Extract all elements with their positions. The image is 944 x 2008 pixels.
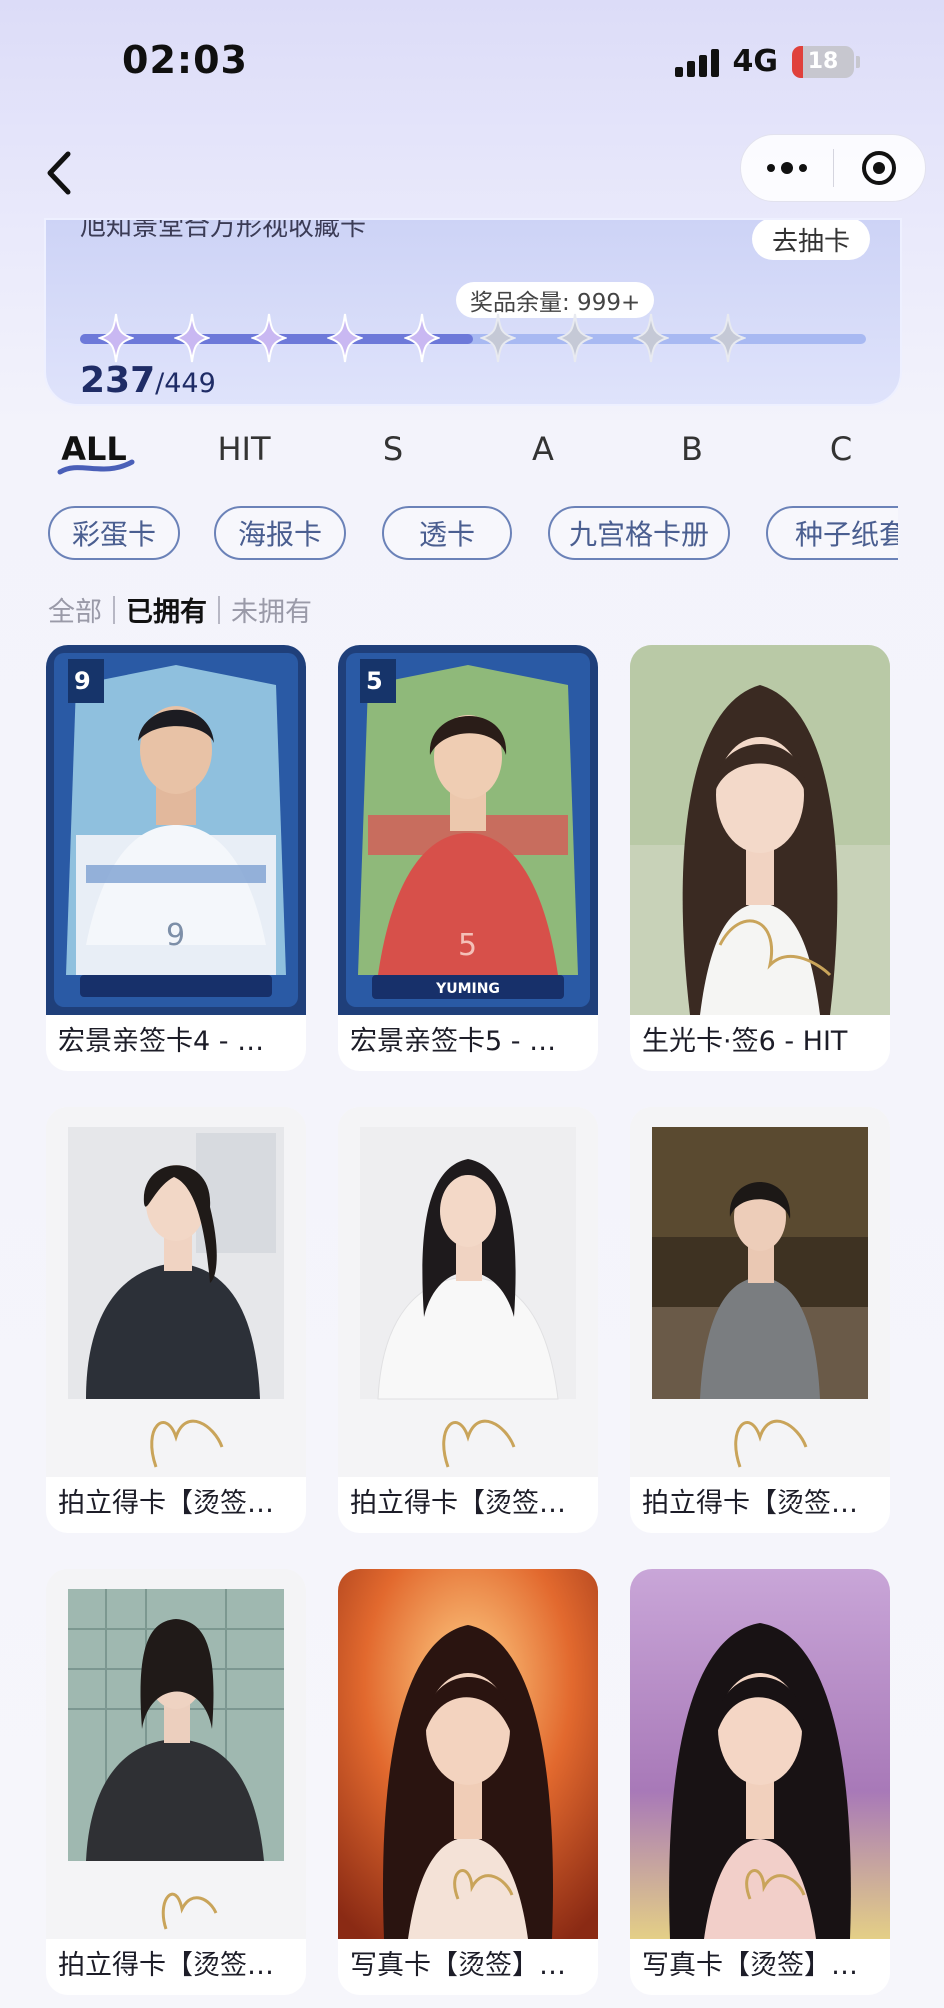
collection-progress-card: 旭知景堂合万形视收藏卡 去抽卡 奖品余量: 999+ 237 /449 [44, 218, 902, 406]
svg-text:5: 5 [458, 928, 477, 963]
network-label: 4G [732, 44, 779, 79]
svg-text:9: 9 [166, 918, 185, 953]
card-item[interactable]: 写真卡【烫签】… [338, 1569, 598, 1995]
tab-hit[interactable]: HIT [184, 430, 304, 468]
card-label: 宏景亲签卡4 - … [58, 1026, 265, 1057]
chip-seed-paper-sleeve[interactable]: 种子纸套 [766, 506, 898, 560]
card-art-photo-purple [630, 1569, 890, 1939]
status-indicators: 4G 18 [674, 44, 860, 79]
chip-easter-egg-card[interactable]: 彩蛋卡 [48, 506, 180, 560]
battery-level: 18 [807, 49, 839, 74]
filter-not-owned[interactable]: 未拥有 [231, 590, 312, 629]
tab-c[interactable]: C [781, 430, 901, 468]
chip-poster-card[interactable]: 海报卡 [214, 506, 346, 560]
tab-s[interactable]: S [333, 430, 453, 468]
card-item[interactable]: 写真卡【烫签】… [630, 1569, 890, 1995]
card-art-polaroid-fence [46, 1569, 306, 1939]
card-label: 拍立得卡【烫签… [642, 1488, 858, 1519]
svg-text:YUMING: YUMING [435, 981, 500, 997]
card-art-football-red: 5 5 YUMING [338, 645, 598, 1015]
filter-owned[interactable]: 已拥有 [126, 590, 207, 629]
milestone-star-locked [709, 313, 746, 363]
card-item[interactable]: 拍立得卡【烫签… [46, 1107, 306, 1533]
card-item[interactable]: 生光卡·签6 - HIT [630, 645, 890, 1071]
svg-text:5: 5 [366, 667, 383, 695]
status-time: 02:03 [122, 38, 248, 82]
card-art-portrait-white [630, 645, 890, 1015]
card-art-football-blue: 9 9 [46, 645, 306, 1015]
milestone-star-reached [97, 313, 134, 363]
card-item[interactable]: 5 5 YUMING 宏景亲签卡5 - … [338, 645, 598, 1071]
card-art-polaroid-night [630, 1107, 890, 1477]
milestone-star-reached [403, 313, 440, 363]
tab-a[interactable]: A [483, 430, 603, 468]
draw-card-button[interactable]: 去抽卡 [751, 220, 870, 260]
mini-program-capsule [740, 134, 926, 202]
more-button[interactable] [741, 135, 833, 201]
card-art-photo-orange [338, 1569, 598, 1939]
card-art-polaroid-white [338, 1107, 598, 1477]
svg-text:9: 9 [74, 667, 91, 695]
signal-icon [674, 47, 719, 77]
collected-total: /449 [155, 368, 216, 399]
collected-count: 237 /449 [80, 360, 216, 401]
card-label: 生光卡·签6 - HIT [642, 1026, 848, 1057]
card-item[interactable]: 拍立得卡【烫签… [338, 1107, 598, 1533]
active-tab-underline [57, 459, 135, 475]
rarity-tabs: ALL HIT S A B C [0, 430, 944, 480]
milestone-star-reached [327, 313, 364, 363]
milestone-star-locked [556, 313, 593, 363]
card-label: 写真卡【烫签】… [350, 1950, 566, 1981]
card-item[interactable]: 拍立得卡【烫签… [46, 1569, 306, 1995]
milestone-star-reached [174, 313, 211, 363]
milestone-star-locked [633, 313, 670, 363]
card-label: 拍立得卡【烫签… [58, 1950, 274, 1981]
chip-transparent-card[interactable]: 透卡 [382, 506, 512, 560]
card-type-chips: 彩蛋卡 海报卡 透卡 九宫格卡册 种子纸套 [48, 506, 898, 562]
filter-all[interactable]: 全部 [48, 590, 102, 629]
chip-nine-grid-album[interactable]: 九宫格卡册 [548, 506, 730, 560]
card-label: 拍立得卡【烫签… [350, 1488, 566, 1519]
card-label: 拍立得卡【烫签… [58, 1488, 274, 1519]
battery-icon: 18 [792, 45, 854, 78]
card-art-polaroid-suit [46, 1107, 306, 1477]
collected-current: 237 [80, 360, 156, 401]
milestone-star-locked [480, 313, 517, 363]
tab-b[interactable]: B [632, 430, 752, 468]
progress-track [80, 313, 866, 363]
target-close-icon [862, 151, 897, 185]
more-dots-icon [766, 162, 807, 174]
collection-subtitle: 旭知景堂合万形视收藏卡 [80, 218, 367, 242]
card-label: 写真卡【烫签】… [642, 1950, 858, 1981]
card-item[interactable]: 9 9 宏景亲签卡4 - … [46, 645, 306, 1071]
ownership-filter: 全部 已拥有 未拥有 [48, 590, 312, 629]
back-arrow-icon[interactable] [38, 148, 82, 198]
close-mini-program-button[interactable] [834, 135, 926, 201]
milestone-star-reached [250, 313, 287, 363]
card-item[interactable]: 拍立得卡【烫签… [630, 1107, 890, 1533]
card-label: 宏景亲签卡5 - … [350, 1026, 557, 1057]
